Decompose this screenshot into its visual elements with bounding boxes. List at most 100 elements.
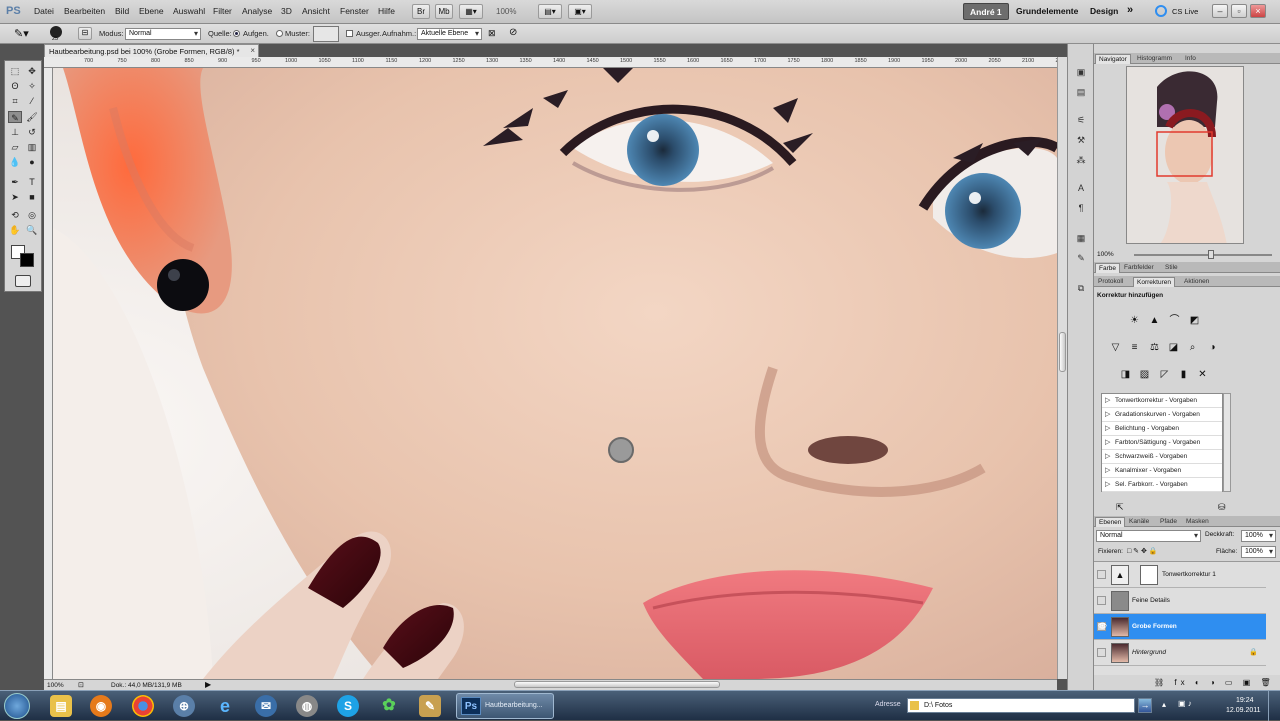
minimize-icon[interactable]: – xyxy=(1212,4,1228,18)
lock-pixels-icons[interactable]: □ ✎ ✥ 🔒 xyxy=(1127,547,1158,555)
preset-kanalmixer[interactable]: Kanalmixer - Vorgaben xyxy=(1102,464,1222,478)
hand-tool-icon[interactable]: ✋ xyxy=(8,224,22,236)
threshold-icon[interactable]: ◸ xyxy=(1157,368,1172,381)
eyedropper-tool-icon[interactable]: ⁄ xyxy=(25,95,39,107)
brush-presets-panel-icon[interactable]: ⚟ xyxy=(1074,114,1088,126)
layer-visibility-toggle[interactable]: 👁 xyxy=(1097,622,1107,631)
menu-analyse[interactable]: Analyse xyxy=(242,6,272,16)
clock-date[interactable]: 12.09.2011 xyxy=(1226,707,1261,714)
tab-masken[interactable]: Masken xyxy=(1183,517,1212,527)
menu-ebene[interactable]: Ebene xyxy=(139,6,164,16)
levels-icon[interactable]: ▲ xyxy=(1147,314,1162,327)
history-brush-tool-icon[interactable]: ↺ xyxy=(25,126,39,138)
cslive-icon[interactable] xyxy=(1155,5,1167,17)
tab-farbfelder[interactable]: Farbfelder xyxy=(1121,263,1157,273)
clone-source-panel-icon[interactable]: ▤ xyxy=(1074,86,1088,98)
3d-panel-icon[interactable]: ⧉ xyxy=(1074,282,1088,294)
maximize-icon[interactable]: ▫ xyxy=(1231,4,1247,18)
eraser-tool-icon[interactable]: ▱ xyxy=(8,141,22,153)
presets-scrollbar[interactable] xyxy=(1223,393,1231,492)
tab-korrekturen[interactable]: Korrekturen xyxy=(1133,277,1175,287)
start-button-icon[interactable] xyxy=(4,693,30,719)
photo-filter-icon[interactable]: ⌕ xyxy=(1185,341,1200,354)
layer-visibility-toggle[interactable] xyxy=(1097,648,1106,657)
preset-schwarzweiss[interactable]: Schwarzweiß - Vorgaben xyxy=(1102,450,1222,464)
menu-auswahl[interactable]: Auswahl xyxy=(173,6,205,16)
opacity-input[interactable]: 100% xyxy=(1241,530,1276,542)
character-panel-icon[interactable]: A xyxy=(1074,182,1088,194)
brush-panel-icon[interactable]: ⁂ xyxy=(1074,154,1088,166)
mode-select[interactable]: Normal xyxy=(125,28,201,40)
bridge-icon[interactable]: Br xyxy=(412,4,430,19)
blend-mode-select[interactable]: Normal xyxy=(1096,530,1201,542)
marquee-tool-icon[interactable]: ⬚ xyxy=(8,65,22,77)
sample-select[interactable]: Aktuelle Ebene xyxy=(417,28,482,40)
icq-icon[interactable]: ✿ xyxy=(378,695,400,717)
document-tab[interactable]: Hautbearbeitung.psd bei 100% (Grobe Form… xyxy=(44,44,259,57)
layer-row-hintergrund[interactable]: Hintergrund 🔒 xyxy=(1094,640,1266,666)
brush-tool-icon[interactable]: 🖌 xyxy=(25,111,39,123)
show-desktop-button[interactable] xyxy=(1268,691,1280,721)
menu-filter[interactable]: Filter xyxy=(213,6,232,16)
tab-navigator[interactable]: Navigator xyxy=(1095,54,1131,64)
tray-icons[interactable]: ▣ ♪ xyxy=(1178,699,1192,708)
vertical-scroll-thumb[interactable] xyxy=(1059,332,1066,372)
more-workspaces-icon[interactable]: » xyxy=(1121,1,1139,18)
type-tool-icon[interactable]: T xyxy=(25,176,39,188)
menu-datei[interactable]: Datei xyxy=(34,6,54,16)
menu-ansicht[interactable]: Ansicht xyxy=(302,6,330,16)
tab-kanaele[interactable]: Kanäle xyxy=(1126,517,1152,527)
selective-color-icon[interactable]: ✕ xyxy=(1195,368,1210,381)
menu-bild[interactable]: Bild xyxy=(115,6,129,16)
vertical-scrollbar[interactable] xyxy=(1057,57,1067,679)
exposure-icon[interactable]: ◩ xyxy=(1187,314,1202,327)
menu-3d[interactable]: 3D xyxy=(281,6,292,16)
explorer-icon[interactable]: ▤ xyxy=(50,695,72,717)
adjustment-options-icon[interactable]: ⛁ xyxy=(1218,502,1226,513)
tab-pfade[interactable]: Pfade xyxy=(1157,517,1180,527)
path-selection-tool-icon[interactable]: ➤ xyxy=(8,191,22,203)
navigator-zoom-handle[interactable] xyxy=(1208,250,1214,259)
workspace-grundelemente[interactable]: Grundelemente xyxy=(1010,3,1084,20)
navigator-zoom-slider[interactable] xyxy=(1134,254,1272,256)
arrange-documents-icon[interactable]: ▤▾ xyxy=(538,4,562,19)
channel-mixer-icon[interactable]: ◑ xyxy=(1205,341,1220,354)
tab-protokoll[interactable]: Protokoll xyxy=(1095,277,1126,287)
source-sampled-radio[interactable] xyxy=(233,30,240,37)
network-icon[interactable]: ⊕ xyxy=(173,695,195,717)
aligned-checkbox[interactable] xyxy=(346,30,353,37)
menu-bearbeiten[interactable]: Bearbeiten xyxy=(64,6,105,16)
navigator-zoom[interactable]: 100% xyxy=(1097,251,1114,258)
mini-bridge-panel-icon[interactable]: ▣ xyxy=(1074,66,1088,78)
thunderbird-icon[interactable]: ✉ xyxy=(255,695,277,717)
menu-fenster[interactable]: Fenster xyxy=(340,6,369,16)
tool-presets-panel-icon[interactable]: ⚒ xyxy=(1074,134,1088,146)
tab-info[interactable]: Info xyxy=(1182,54,1199,64)
skype-icon[interactable]: S xyxy=(337,695,359,717)
workspace-andre-1[interactable]: André 1 xyxy=(963,3,1009,20)
brightness-contrast-icon[interactable]: ☀ xyxy=(1127,314,1142,327)
background-color-swatch[interactable] xyxy=(20,253,34,267)
posterize-icon[interactable]: ▨ xyxy=(1137,368,1152,381)
internet-explorer-icon[interactable]: e xyxy=(214,695,236,717)
tab-histogramm[interactable]: Histogramm xyxy=(1134,54,1175,64)
quick-mask-icon[interactable] xyxy=(15,275,31,287)
healing-brush-tool-icon[interactable]: ✎▾ xyxy=(14,27,29,40)
status-icon[interactable]: ⊡ xyxy=(78,681,84,689)
tab-ebenen[interactable]: Ebenen xyxy=(1095,517,1126,527)
workspace-design[interactable]: Design xyxy=(1084,3,1124,20)
fill-input[interactable]: 100% xyxy=(1241,546,1276,558)
close-icon[interactable]: × xyxy=(1250,4,1266,18)
zoom-tool-icon[interactable]: 🔍 xyxy=(25,224,39,236)
tab-aktionen[interactable]: Aktionen xyxy=(1181,277,1212,287)
tab-stile[interactable]: Stile xyxy=(1162,263,1181,273)
tab-farbe[interactable]: Farbe xyxy=(1095,263,1120,273)
layer-row-tonwertkorrektur[interactable]: ▲ Tonwertkorrektur 1 xyxy=(1094,562,1266,588)
photoshop-task-button[interactable]: Ps Hautbearbeitung... xyxy=(456,693,554,719)
gradient-tool-icon[interactable]: ▥ xyxy=(25,141,39,153)
document-canvas[interactable] xyxy=(53,68,1057,679)
3d-orbit-tool-icon[interactable]: ◎ xyxy=(25,209,39,221)
close-document-icon[interactable]: × xyxy=(250,46,255,55)
adjustment-return-icon[interactable]: ⇱ xyxy=(1116,502,1124,513)
hue-saturation-icon[interactable]: ≡ xyxy=(1127,341,1142,354)
